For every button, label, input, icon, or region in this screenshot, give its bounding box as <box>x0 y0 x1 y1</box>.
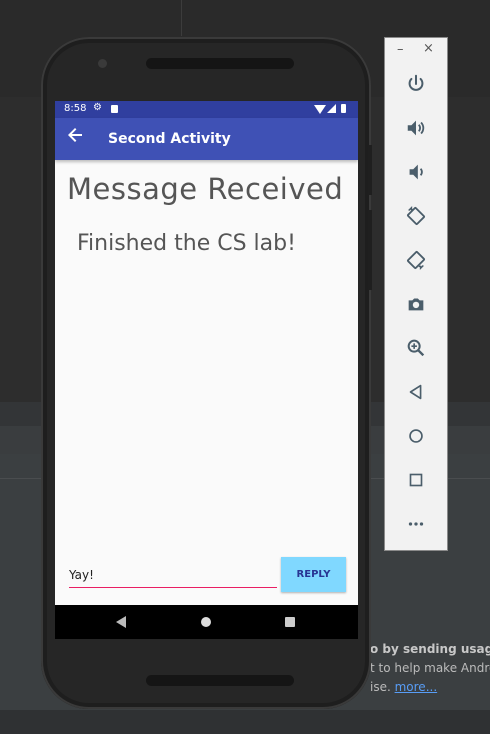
app-bar: Second Activity <box>55 118 358 160</box>
reply-button[interactable]: REPLY <box>281 557 346 592</box>
device-volume-rocker <box>368 210 372 290</box>
wifi-icon <box>314 105 326 114</box>
system-nav-bar <box>55 605 358 639</box>
page-title: Second Activity <box>108 131 231 147</box>
device-power-button <box>368 145 372 195</box>
message-text: Finished the CS lab! <box>77 231 296 256</box>
status-bar: 8:58 ⚙ <box>55 101 358 118</box>
sd-card-icon <box>111 105 118 113</box>
nav-recents-icon[interactable] <box>285 617 295 627</box>
nav-back-icon[interactable] <box>116 616 126 628</box>
usage-stats-notification: o by sending usage s t to help make Andr… <box>370 640 490 697</box>
notification-line-2: t to help make Androi <box>370 661 490 675</box>
minimize-icon[interactable]: – <box>397 42 404 57</box>
rotate-left-icon[interactable] <box>398 198 434 234</box>
nav-home-icon[interactable] <box>201 617 211 627</box>
close-icon[interactable]: × <box>423 41 434 56</box>
settings-icon: ⚙ <box>93 102 102 113</box>
notification-line-1: o by sending usage s <box>370 642 490 656</box>
notification-line-3-text: ise. <box>370 680 395 694</box>
battery-icon <box>341 104 346 113</box>
power-icon[interactable] <box>398 66 434 102</box>
back-icon[interactable] <box>398 374 434 410</box>
reply-input[interactable] <box>69 564 277 588</box>
notification-more-link[interactable]: more... <box>395 680 438 694</box>
bottom-speaker <box>146 675 294 686</box>
more-icon[interactable] <box>398 506 434 542</box>
back-arrow-icon[interactable] <box>67 127 83 149</box>
top-speaker <box>146 58 294 69</box>
emulator-toolbar-header: – × <box>385 38 447 64</box>
ide-divider <box>181 0 182 36</box>
volume-up-icon[interactable] <box>398 110 434 146</box>
zoom-icon[interactable] <box>398 330 434 366</box>
status-time: 8:58 <box>64 103 87 114</box>
front-camera <box>98 59 107 68</box>
overview-icon[interactable] <box>398 462 434 498</box>
ide-status-bar <box>0 710 490 734</box>
device-screen: 8:58 ⚙ Second Activity Message Received … <box>55 101 358 639</box>
volume-down-icon[interactable] <box>398 154 434 190</box>
rotate-right-icon[interactable] <box>398 242 434 278</box>
signal-icon <box>327 104 336 113</box>
home-icon[interactable] <box>398 418 434 454</box>
emulator-toolbar: – × <box>384 37 448 551</box>
message-heading: Message Received <box>67 172 344 206</box>
camera-icon[interactable] <box>398 286 434 322</box>
notification-line-3: ise. more... <box>370 678 490 697</box>
